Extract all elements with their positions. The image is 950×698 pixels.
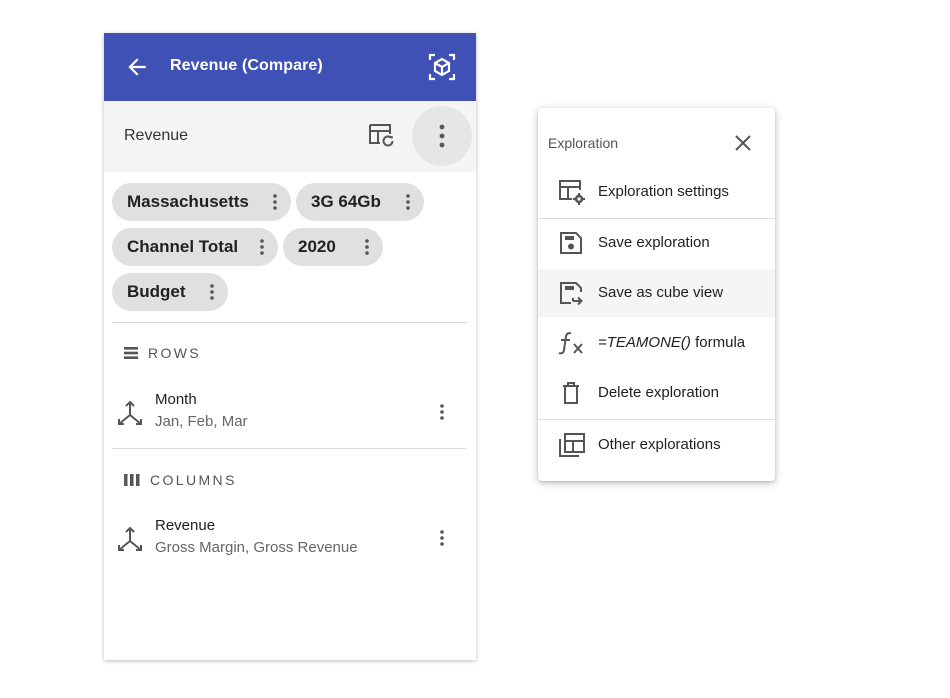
kebab-icon[interactable] xyxy=(260,239,264,255)
kebab-icon[interactable] xyxy=(210,284,214,300)
columns-heading: COLUMNS xyxy=(124,472,237,488)
filter-chip[interactable]: 3G 64Gb xyxy=(296,183,424,221)
rows-heading-label: ROWS xyxy=(148,345,202,361)
chip-label: Massachusetts xyxy=(127,192,249,211)
menu-item-label: =TEAMONE() formula xyxy=(598,334,745,351)
column-dimension-item[interactable]: Revenue Gross Margin, Gross Revenue xyxy=(112,513,467,565)
chip-label: 2020 xyxy=(298,237,336,256)
sub-header: Revenue xyxy=(104,101,476,172)
menu-item-label: Other explorations xyxy=(598,436,721,453)
back-arrow-icon[interactable] xyxy=(124,54,150,80)
app-bar: Revenue (Compare) xyxy=(104,33,476,101)
menu-title: Exploration xyxy=(548,135,619,151)
menu-divider xyxy=(538,419,775,420)
formula-name: =TEAMONE() xyxy=(598,334,691,351)
filter-chip[interactable]: Massachusetts xyxy=(112,183,291,221)
library-icon xyxy=(559,433,585,457)
menu-item-save-exploration[interactable]: Save exploration xyxy=(538,219,775,267)
filter-chip[interactable]: 2020 xyxy=(283,228,383,266)
close-icon[interactable] xyxy=(733,133,753,153)
menu-item-exploration-settings[interactable]: Exploration settings xyxy=(538,168,775,216)
columns-heading-label: COLUMNS xyxy=(150,472,237,488)
save-as-icon xyxy=(560,282,583,306)
menu-item-delete-exploration[interactable]: Delete exploration xyxy=(538,369,775,417)
chip-label: Channel Total xyxy=(127,237,239,256)
filter-chip[interactable]: Budget xyxy=(112,273,228,311)
kebab-icon[interactable] xyxy=(440,530,444,546)
chip-label: 3G 64Gb xyxy=(311,192,381,211)
divider xyxy=(112,322,467,323)
menu-item-label: Delete exploration xyxy=(598,384,719,401)
table-gear-icon xyxy=(559,180,585,205)
page-title: Revenue (Compare) xyxy=(170,57,323,74)
exploration-panel: Revenue (Compare) Revenue Massachusetts … xyxy=(104,33,476,660)
cube-label: Revenue xyxy=(124,127,189,144)
save-icon xyxy=(560,232,582,254)
menu-item-label: Save as cube view xyxy=(598,284,724,301)
menu-item-label: Save exploration xyxy=(598,234,710,251)
table-refresh-icon[interactable] xyxy=(368,122,396,150)
kebab-icon[interactable] xyxy=(406,194,410,210)
formula-suffix: formula xyxy=(690,334,746,351)
kebab-icon[interactable] xyxy=(365,239,369,255)
menu-item-label: Exploration settings xyxy=(598,183,729,200)
kebab-icon[interactable] xyxy=(273,194,277,210)
exploration-menu: Exploration Exploration settings Save ex… xyxy=(538,108,775,481)
rows-heading: ROWS xyxy=(124,345,201,361)
menu-item-save-as-cube-view[interactable]: Save as cube view xyxy=(538,269,775,317)
row-dimension-item[interactable]: Month Jan, Feb, Mar xyxy=(112,387,467,439)
dimension-axis-icon xyxy=(118,526,142,551)
dimension-name: Month xyxy=(155,391,197,408)
more-options-button[interactable] xyxy=(412,106,472,166)
trash-icon xyxy=(563,382,579,404)
dimension-name: Revenue xyxy=(155,517,216,534)
dimension-members: Jan, Feb, Mar xyxy=(155,413,248,430)
menu-item-other-explorations[interactable]: Other explorations xyxy=(538,421,775,469)
rows-icon xyxy=(124,347,138,359)
cube-scan-icon[interactable] xyxy=(428,52,456,82)
function-icon xyxy=(558,332,583,355)
chip-label: Budget xyxy=(127,282,186,301)
kebab-icon[interactable] xyxy=(440,404,444,420)
dimension-axis-icon xyxy=(118,400,142,425)
kebab-icon xyxy=(439,124,445,148)
menu-item-formula[interactable]: =TEAMONE() formula xyxy=(538,319,775,367)
dimension-members: Gross Margin, Gross Revenue xyxy=(155,539,358,556)
divider xyxy=(112,448,467,449)
columns-icon xyxy=(124,474,140,486)
filter-chip[interactable]: Channel Total xyxy=(112,228,278,266)
